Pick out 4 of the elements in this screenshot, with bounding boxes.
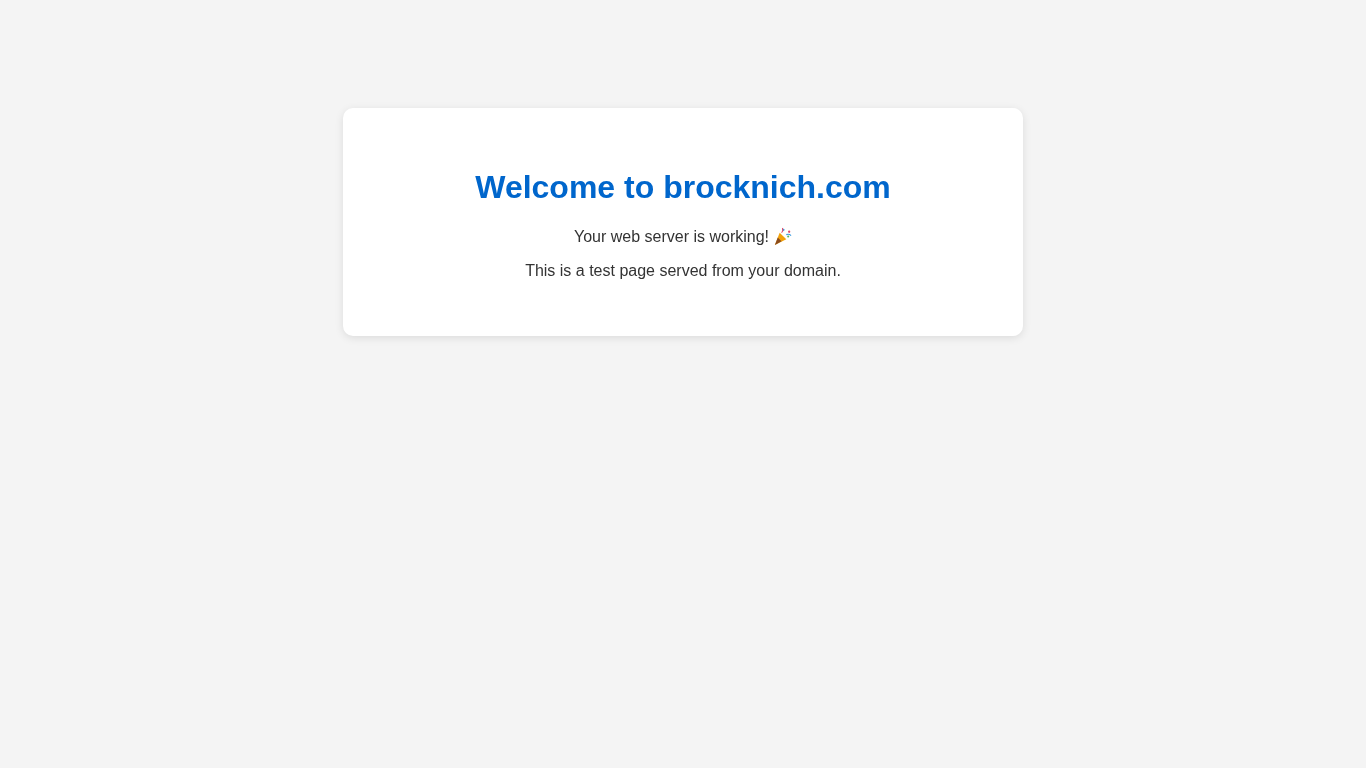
page-title: Welcome to brocknich.com [474,169,892,206]
message-text: Your web server is working! [573,227,769,246]
party-popper-icon [773,227,792,246]
message-text: This is a test page served from your domain. [525,262,841,280]
